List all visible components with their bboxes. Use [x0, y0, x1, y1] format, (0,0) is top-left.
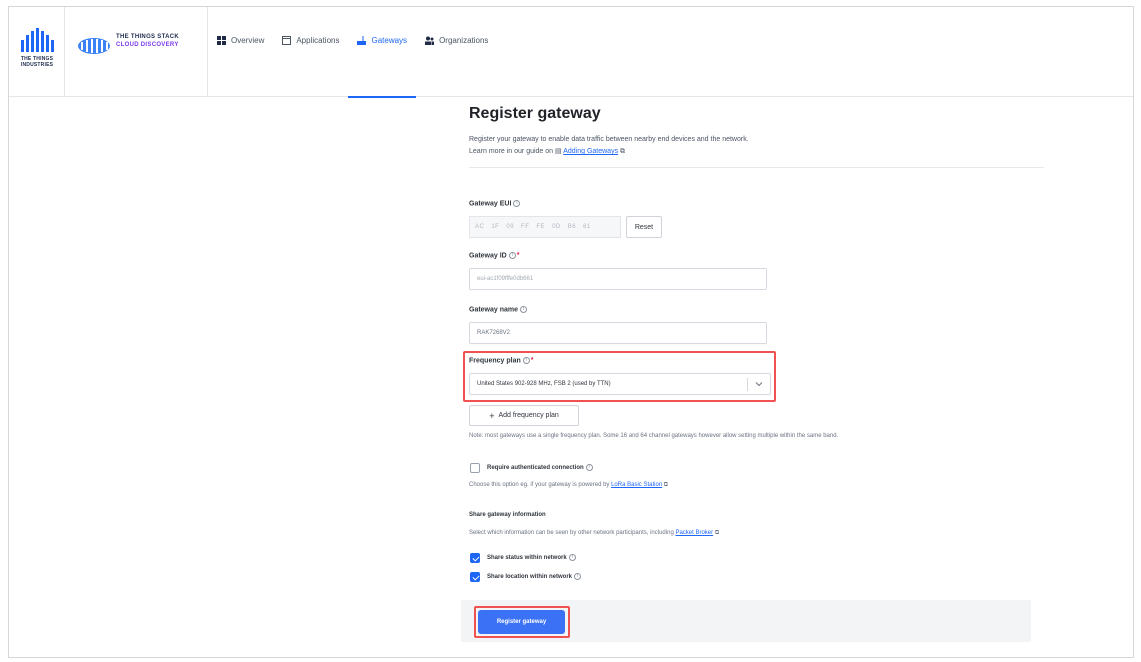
external-link-icon: ⧉: [620, 148, 626, 155]
share-info-heading: Share gateway information: [469, 512, 546, 518]
required-marker: *: [516, 252, 520, 260]
nav-label-gateways: Gateways: [371, 36, 408, 45]
external-link-icon: ⧉: [714, 530, 720, 536]
product-title: THE THINGS STACK: [116, 34, 180, 40]
register-gateway-form: Register gateway Register your gateway t…: [469, 102, 1111, 168]
gateway-name-input[interactable]: RAK7268V2: [469, 322, 767, 344]
packet-broker-link[interactable]: Packet Broker: [675, 530, 713, 536]
gateway-eui-label: Gateway EUI i: [469, 200, 521, 207]
page-title: Register gateway: [469, 105, 601, 122]
top-header: THE THINGS INDUSTRIES THE THINGS STACK C…: [9, 7, 1133, 98]
gateway-name-value: RAK7268V2: [477, 330, 511, 336]
info-icon: i: [574, 573, 582, 580]
external-link-icon: ⧉: [663, 482, 669, 488]
gateway-id-label: Gateway ID i *: [469, 252, 520, 260]
nav-item-organizations[interactable]: Organizations: [416, 7, 497, 97]
window-icon: [282, 36, 292, 45]
nav-item-applications[interactable]: Applications: [273, 7, 348, 97]
auth-help-text: Choose this option eg. if your gateway i…: [469, 482, 668, 489]
info-icon: i: [568, 554, 576, 561]
add-frequency-plan-label: Add frequency plan: [498, 412, 559, 419]
gateway-icon: [357, 36, 367, 45]
share-status-label[interactable]: Share status within network i: [487, 554, 576, 561]
info-icon: i: [522, 357, 530, 364]
share-location-checkbox[interactable]: [470, 572, 480, 582]
frequency-plan-value: United States 902-928 MHz, FSB 2 (used b…: [477, 381, 611, 387]
product-brand[interactable]: THE THINGS STACK CLOUD DISCOVERY: [65, 7, 208, 97]
eui-byte: 61: [583, 224, 591, 230]
grid-icon: [217, 36, 226, 45]
frequency-plan-label: Frequency plan i *: [469, 357, 534, 365]
eui-byte: B6: [567, 224, 577, 230]
info-icon: i: [520, 306, 528, 313]
product-subtitle: CLOUD DISCOVERY: [116, 42, 179, 48]
description-text: Register your gateway to enable data tra…: [469, 136, 749, 143]
share-location-label[interactable]: Share location within network i: [487, 573, 582, 580]
cloud-logo-icon: [78, 38, 110, 54]
ttn-brand-name: THE THINGS INDUSTRIES: [20, 56, 54, 68]
plus-icon: +: [489, 410, 495, 421]
lora-basic-station-link[interactable]: LoRa Basic Station: [611, 482, 662, 488]
gateway-name-label: Gateway name i: [469, 306, 528, 313]
main-nav: Overview Applications Gateways Organizat…: [208, 7, 497, 98]
eui-byte: FF: [521, 224, 530, 230]
nav-label-overview: Overview: [231, 36, 265, 45]
gateway-id-input[interactable]: eui-ac1f09fffe0db661: [469, 268, 767, 290]
gateway-eui-field[interactable]: AC 1F 09 FF FE 0D B6 61: [469, 216, 621, 238]
add-frequency-plan-button[interactable]: + Add frequency plan: [469, 405, 579, 426]
nav-label-applications: Applications: [296, 36, 340, 45]
eui-byte: FE: [536, 224, 546, 230]
require-auth-label[interactable]: Require authenticated connection i: [487, 464, 593, 471]
share-help-text: Select which information can be seen by …: [469, 530, 719, 537]
info-icon: i: [513, 200, 521, 207]
gateway-id-placeholder: eui-ac1f09fffe0db661: [477, 276, 534, 282]
register-gateway-button[interactable]: Register gateway: [478, 610, 565, 634]
frequency-plan-select[interactable]: United States 902-928 MHz, FSB 2 (used b…: [469, 373, 771, 395]
reset-eui-button[interactable]: Reset: [626, 216, 662, 238]
share-status-checkbox[interactable]: [470, 553, 480, 563]
require-auth-checkbox[interactable]: [470, 463, 480, 473]
page-description: Register your gateway to enable data tra…: [469, 134, 1111, 158]
eui-byte: 0D: [552, 224, 561, 230]
eui-byte: AC: [475, 224, 485, 230]
ttn-logo-icon: [21, 28, 54, 52]
book-icon: ▤: [555, 148, 562, 155]
nav-item-overview[interactable]: Overview: [208, 7, 273, 97]
share-help-prefix: Select which information can be seen by …: [469, 530, 674, 536]
divider: [469, 167, 1044, 168]
nav-label-organizations: Organizations: [439, 36, 489, 45]
guide-prefix: Learn more in our guide on: [469, 148, 554, 155]
eui-byte: 1F: [491, 224, 500, 230]
chevron-down-icon[interactable]: [755, 380, 763, 388]
info-icon: i: [508, 252, 516, 259]
info-icon: i: [585, 464, 593, 471]
nav-item-gateways[interactable]: Gateways: [348, 7, 416, 98]
required-marker: *: [530, 357, 534, 365]
auth-help-prefix: Choose this option eg. if your gateway i…: [469, 482, 610, 488]
users-icon: [425, 36, 435, 45]
eui-byte: 09: [506, 224, 515, 230]
frequency-plan-note: Note: most gateways use a single frequen…: [469, 433, 839, 439]
guide-link[interactable]: Adding Gateways: [563, 148, 618, 155]
ttn-brand[interactable]: THE THINGS INDUSTRIES: [9, 7, 65, 97]
guide-line: Learn more in our guide on ▤ Adding Gate…: [469, 146, 1111, 158]
select-divider: [747, 378, 748, 391]
